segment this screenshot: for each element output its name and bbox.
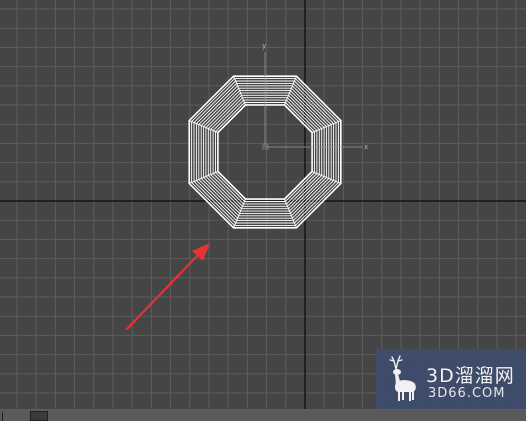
deer-icon xyxy=(389,355,416,401)
watermark-title: 3D溜溜网 xyxy=(426,365,515,387)
timeline-tick xyxy=(2,412,3,421)
timeline-bar[interactable] xyxy=(0,409,526,421)
viewport-top[interactable]: y x xyxy=(0,0,526,409)
gizmo-x-label: x xyxy=(364,143,368,151)
viewport-grid xyxy=(0,0,526,409)
gizmo-y-label: y xyxy=(262,42,266,50)
gizmo-center xyxy=(262,143,269,150)
viewport-canvas[interactable]: y x xyxy=(0,0,526,409)
watermark-url: 3D66.COM xyxy=(428,386,506,401)
transform-gizmo[interactable]: y x xyxy=(262,42,368,151)
timeline-slider-handle[interactable] xyxy=(30,411,48,421)
watermark-badge: 3D溜溜网 3D66.COM xyxy=(376,349,526,409)
